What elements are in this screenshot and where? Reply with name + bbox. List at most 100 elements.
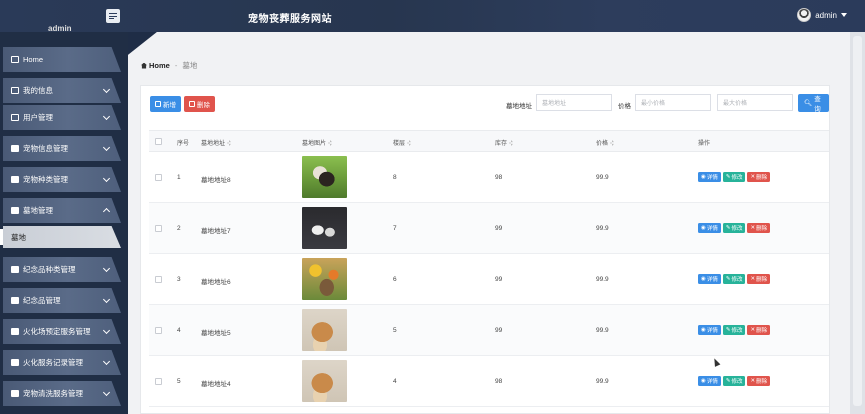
table-header: 序号 墓地地址 墓地图片 楼层 库存 价格 操作 [149,130,829,152]
main-content: Home - 墓地 新增 删除 墓地地址 墓地地址 价格 最小价格 最大价格 🔍… [128,32,850,414]
cell-address: 墓地地址8 [201,177,231,184]
table-row: 2 墓地地址7 7 99 99.9 ◉ 详情 ✎ 修改 ✕ 删除 [149,203,829,254]
row-checkbox[interactable] [155,174,162,181]
cell-stock: 98 [495,378,503,385]
breadcrumb-separator: - [174,61,178,70]
max-price-input[interactable]: 最大价格 [717,94,793,111]
sidebar-item-souvenirs[interactable]: 纪念品管理 [3,288,121,313]
sort-icon[interactable] [610,140,615,146]
cell-floor: 5 [393,327,397,334]
view-button[interactable]: ◉ 详情 [698,223,721,233]
sidebar-item-label: 火化服务记录管理 [23,358,83,367]
min-price-input[interactable]: 最小价格 [635,94,711,111]
chevron-down-icon[interactable] [841,13,847,17]
cemetery-image[interactable] [302,156,347,198]
row-actions: ◉ 详情 ✎ 修改 ✕ 删除 [698,223,771,233]
cell-address: 墓地地址5 [201,330,231,337]
column-header-floor[interactable]: 楼层 [393,138,412,147]
select-all-checkbox[interactable] [155,138,162,145]
user-icon [11,145,19,152]
sidebar-subitem-cemetery[interactable]: 墓地 [3,226,121,248]
column-header-actions: 操作 [698,141,711,147]
avatar[interactable] [797,8,812,22]
user-name[interactable]: admin [815,11,837,20]
cell-index: 3 [177,276,181,283]
delete-button[interactable]: 删除 [184,96,215,112]
row-delete-button[interactable]: ✕ 删除 [747,172,771,182]
sidebar-item-my-info[interactable]: 我的信息 [3,78,121,103]
row-checkbox[interactable] [155,225,162,232]
column-header-index: 序号 [177,141,190,147]
scrollbar-thumb[interactable] [853,36,862,406]
cemetery-image[interactable] [302,258,347,300]
view-button[interactable]: ◉ 详情 [698,274,721,284]
chevron-down-icon [102,264,111,273]
edit-button[interactable]: ✎ 修改 [722,376,746,386]
chevron-down-icon [102,143,111,152]
column-header-price[interactable]: 价格 [596,138,615,147]
search-button[interactable]: 🔍︎ 查询 [798,94,829,113]
home-icon [141,62,147,69]
edit-icon: ✎ [725,276,731,282]
cemetery-image[interactable] [302,360,347,402]
column-header-address[interactable]: 墓地地址 [201,138,232,147]
row-checkbox[interactable] [155,276,162,283]
column-header-floor-label: 楼层 [393,141,406,147]
chevron-down-icon [102,112,111,121]
view-button[interactable]: ◉ 详情 [698,376,721,386]
cell-index: 5 [177,378,181,385]
menu-toggle-icon[interactable] [106,9,120,23]
cell-price: 99.9 [596,225,609,232]
breadcrumb-home[interactable]: Home [141,61,170,70]
column-header-stock[interactable]: 库存 [495,138,514,147]
home-icon [11,56,19,63]
delete-icon [189,101,195,107]
chevron-down-icon [102,85,111,94]
site-title: 宠物丧葬服务网站 [248,14,332,25]
delete-button-label: 删除 [197,102,210,109]
add-button[interactable]: 新增 [150,96,181,112]
active-indicator [0,229,3,245]
view-button[interactable]: ◉ 详情 [698,325,721,335]
close-icon: ✕ [750,378,756,384]
edit-button[interactable]: ✎ 修改 [722,274,746,284]
sidebar-item-label: 宠物清洗服务管理 [23,389,83,398]
edit-button[interactable]: ✎ 修改 [722,223,746,233]
edit-button[interactable]: ✎ 修改 [722,172,746,182]
cell-stock: 99 [495,276,503,283]
sidebar-item-pet-types[interactable]: 宠物种类管理 [3,167,121,192]
cemetery-table: 序号 墓地地址 墓地图片 楼层 库存 价格 操作 1 墓地地址8 8 98 99.9 ◉ 详… [149,130,829,407]
sidebar-item-users[interactable]: 用户管理 [3,105,121,130]
sidebar-item-cremation-booking[interactable]: 火化场预定服务管理 [3,319,121,344]
sort-icon[interactable] [227,140,232,146]
address-input[interactable]: 墓地地址 [536,94,612,111]
sidebar-item-cremation-records[interactable]: 火化服务记录管理 [3,350,121,375]
breadcrumb-home-label[interactable]: Home [149,61,170,70]
row-delete-button[interactable]: ✕ 删除 [747,376,771,386]
sidebar-item-cemetery[interactable]: 墓地管理 [3,198,121,223]
cemetery-image[interactable] [302,309,347,351]
row-delete-button[interactable]: ✕ 删除 [747,325,771,335]
breadcrumb-current: 墓地 [182,61,198,70]
sidebar-item-pet-info[interactable]: 宠物信息管理 [3,136,121,161]
cemetery-image[interactable] [302,207,347,249]
sidebar-item-home[interactable]: Home [3,47,121,72]
user-menu[interactable]: admin [797,8,847,22]
row-delete-button[interactable]: ✕ 删除 [747,274,771,284]
sort-icon[interactable] [509,140,514,146]
cell-address: 墓地地址6 [201,279,231,286]
sidebar-item-pet-washing[interactable]: 宠物清洗服务管理 [3,381,121,406]
row-checkbox[interactable] [155,327,162,334]
search-button-label: 查询 [814,96,821,113]
sidebar-item-souvenir-types[interactable]: 纪念品种类管理 [3,257,121,282]
column-header-image[interactable]: 墓地图片 [302,138,333,147]
edit-button[interactable]: ✎ 修改 [722,325,746,335]
view-button[interactable]: ◉ 详情 [698,172,721,182]
scrollbar[interactable] [850,32,865,414]
sort-icon[interactable] [328,140,333,146]
row-delete-button[interactable]: ✕ 删除 [747,223,771,233]
sort-icon[interactable] [407,140,412,146]
close-icon: ✕ [750,174,756,180]
sidebar-item-label: 我的信息 [23,86,53,95]
row-checkbox[interactable] [155,378,162,385]
